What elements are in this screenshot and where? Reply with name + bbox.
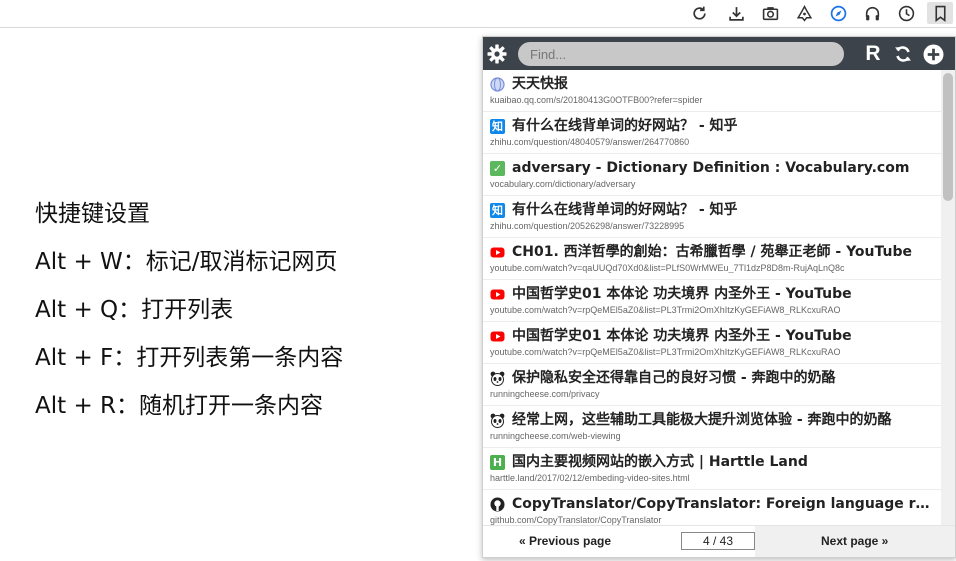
next-page-label: Next page » — [821, 534, 889, 548]
search-input[interactable] — [518, 42, 844, 66]
item-title[interactable]: 天天快报 — [512, 74, 931, 94]
list-item[interactable]: CH01. 西洋哲學的創始：古希臘哲學 / 苑舉正老師 - YouTube you… — [483, 238, 941, 280]
panda-icon — [490, 413, 505, 428]
item-url: vocabulary.com/dictionary/adversary — [490, 179, 636, 189]
bookmark-popup: R 天天快报kuaibao.qq.com/s/20180413G0OTFB00?… — [482, 36, 956, 558]
shortcut-line: Alt + R：随机打开一条内容 — [35, 393, 324, 419]
item-url: youtube.com/watch?v=rpQeMEl5aZ0&list=PL3… — [490, 347, 841, 357]
panda-icon — [490, 371, 505, 386]
popup-header: R — [483, 37, 955, 70]
item-url: runningcheese.com/web-viewing — [490, 431, 621, 441]
item-title[interactable]: 中国哲学史01 本体论 功夫境界 内圣外王 - YouTube — [512, 326, 931, 346]
item-url: github.com/CopyTranslator/CopyTranslator — [490, 515, 662, 525]
globe-icon — [490, 77, 505, 92]
zhihu-icon: 知 — [490, 119, 505, 134]
pagination-footer: « Previous page 4 / 43 Next page » — [483, 525, 955, 557]
list-item[interactable]: ✓ adversary - Dictionary Definition : Voc… — [483, 154, 941, 196]
list-item[interactable]: CopyTranslator/CopyTranslator: Foreign l… — [483, 490, 941, 525]
bookmark-icon[interactable] — [927, 2, 953, 24]
github-icon — [490, 497, 505, 512]
scrollbar[interactable] — [941, 70, 955, 525]
download-icon[interactable] — [723, 2, 749, 24]
item-title[interactable]: adversary - Dictionary Definition : Voca… — [512, 158, 931, 178]
item-url: zhihu.com/question/20526298/answer/73228… — [490, 221, 685, 231]
list-item[interactable]: 保护隐私安全还得靠自己的良好习惯 - 奔跑中的奶酪 runningcheese.c… — [483, 364, 941, 406]
zhihu-icon: 知 — [490, 203, 505, 218]
item-title[interactable]: 经常上网，这些辅助工具能极大提升浏览体验 - 奔跑中的奶酪 — [512, 410, 931, 430]
item-url: kuaibao.qq.com/s/20180413G0OTFB00?refer=… — [490, 95, 703, 105]
list-item[interactable]: 中国哲学史01 本体论 功夫境界 内圣外王 - YouTube youtube.c… — [483, 280, 941, 322]
shortcut-line: Alt + F：打开列表第一条内容 — [35, 345, 344, 371]
bookmark-list: 天天快报 kuaibao.qq.com/s/20180413G0OTFB00?re… — [483, 70, 941, 525]
item-title[interactable]: 国内主要视频网站的嵌入方式 | Harttle Land — [512, 452, 931, 472]
item-url: youtube.com/watch?v=rpQeMEl5aZ0&list=PL3… — [490, 305, 841, 315]
item-url: youtube.com/watch?v=qaUUQd70Xd0&list=PLf… — [490, 263, 845, 273]
shortcut-line: Alt + Q：打开列表 — [35, 297, 234, 323]
previous-page-button[interactable]: « Previous page — [519, 534, 611, 548]
item-url: harttle.land/2017/02/12/embeding-video-s… — [490, 473, 690, 483]
page-indicator[interactable]: 4 / 43 — [681, 532, 755, 550]
browser-toolbar — [0, 0, 956, 28]
list-item[interactable]: H 国内主要视频网站的嵌入方式 | Harttle Land harttle.lan… — [483, 448, 941, 490]
harttle-icon: H — [490, 455, 505, 470]
item-title[interactable]: 有什么在线背单词的好网站？ - 知乎 — [512, 116, 931, 136]
youtube-icon — [490, 287, 505, 302]
compass-icon[interactable] — [825, 2, 851, 24]
item-url: zhihu.com/question/48040579/answer/26477… — [490, 137, 690, 147]
item-title[interactable]: CH01. 西洋哲學的創始：古希臘哲學 / 苑舉正老師 - YouTube — [512, 242, 931, 262]
puzzle-icon[interactable] — [791, 2, 817, 24]
sync-icon[interactable] — [891, 42, 915, 66]
add-icon[interactable] — [921, 42, 945, 66]
vocabulary-check-icon: ✓ — [490, 161, 505, 176]
item-title[interactable]: 中国哲学史01 本体论 功夫境界 内圣外王 - YouTube — [512, 284, 931, 304]
next-page-button[interactable]: Next page » — [755, 526, 955, 557]
camera-icon[interactable] — [757, 2, 783, 24]
gear-icon[interactable] — [487, 44, 507, 64]
list-item[interactable]: 经常上网，这些辅助工具能极大提升浏览体验 - 奔跑中的奶酪 runningchee… — [483, 406, 941, 448]
reload-icon[interactable] — [686, 2, 712, 24]
list-item[interactable]: 天天快报 kuaibao.qq.com/s/20180413G0OTFB00?re… — [483, 70, 941, 112]
item-title[interactable]: 保护隐私安全还得靠自己的良好习惯 - 奔跑中的奶酪 — [512, 368, 931, 388]
headphones-icon[interactable] — [859, 2, 885, 24]
shortcut-help: 快捷键设置 Alt + W：标记/取消标记网页 Alt + Q：打开列表 Alt… — [35, 198, 343, 438]
list-item[interactable]: 知有什么在线背单词的好网站？ - 知乎 zhihu.com/question/20… — [483, 196, 941, 238]
item-url: runningcheese.com/privacy — [490, 389, 600, 399]
youtube-icon — [490, 329, 505, 344]
history-clock-icon[interactable] — [893, 2, 919, 24]
item-title[interactable]: CopyTranslator/CopyTranslator: Foreign l… — [512, 494, 931, 514]
list-item[interactable]: 知有什么在线背单词的好网站？ - 知乎 zhihu.com/question/48… — [483, 112, 941, 154]
scrollbar-thumb[interactable] — [943, 73, 953, 201]
shortcut-line: Alt + W：标记/取消标记网页 — [35, 249, 338, 275]
shortcut-title: 快捷键设置 — [35, 201, 150, 227]
random-button[interactable]: R — [861, 42, 885, 66]
list-item[interactable]: 中国哲学史01 本体论 功夫境界 内圣外王 - YouTube youtube.c… — [483, 322, 941, 364]
youtube-icon — [490, 245, 505, 260]
item-title[interactable]: 有什么在线背单词的好网站？ - 知乎 — [512, 200, 931, 220]
